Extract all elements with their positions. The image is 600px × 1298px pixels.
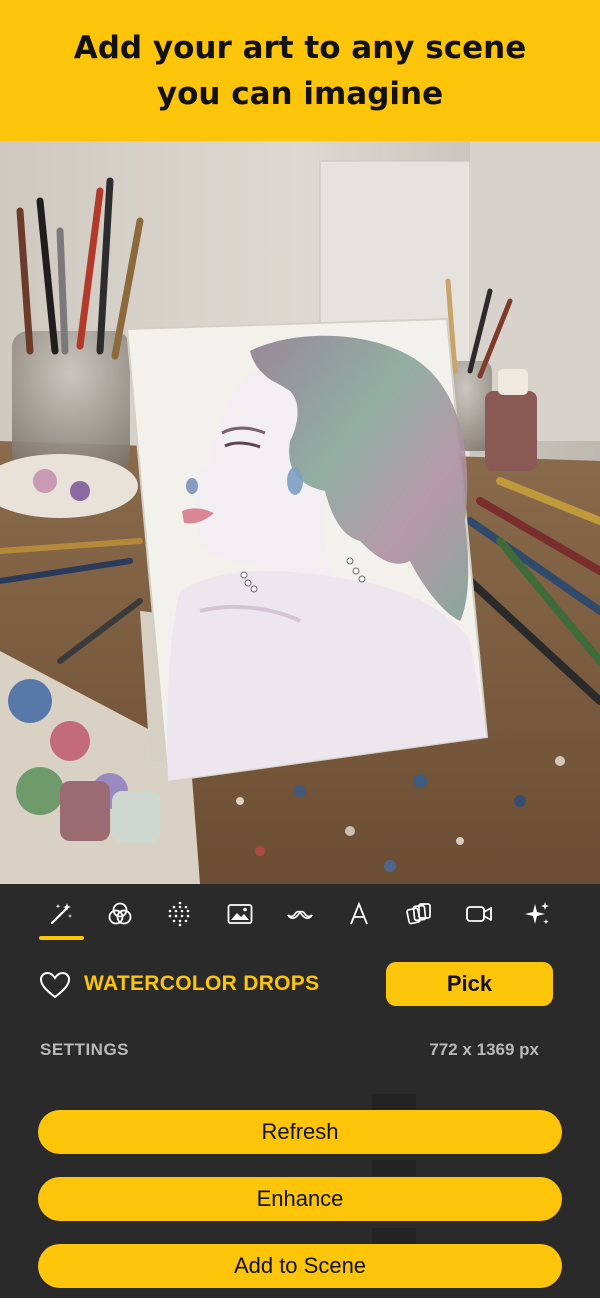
mustache-icon xyxy=(287,910,313,919)
banner-line-2: you can imagine xyxy=(156,75,444,112)
tool-bar xyxy=(0,884,600,944)
selected-tool-indicator xyxy=(39,936,84,940)
slider-track-segment xyxy=(372,1228,416,1244)
scene-image xyxy=(0,141,600,884)
tool-magic-wand[interactable] xyxy=(39,896,83,932)
editor-panel: WATERCOLOR DROPS Pick SETTINGS 772 x 136… xyxy=(0,884,600,1298)
settings-label[interactable]: SETTINGS xyxy=(40,1040,129,1060)
color-circles-icon xyxy=(108,902,132,925)
enhance-button[interactable]: Enhance xyxy=(38,1177,562,1221)
tool-color-mix[interactable] xyxy=(98,896,142,932)
slider-track-segment xyxy=(372,1160,416,1176)
tool-video[interactable] xyxy=(457,896,501,932)
banner-line-1: Add your art to any scene xyxy=(73,29,527,66)
tool-halftone[interactable] xyxy=(158,896,202,932)
preset-row: WATERCOLOR DROPS Pick xyxy=(0,960,600,1008)
tool-text[interactable] xyxy=(337,896,381,932)
refresh-button[interactable]: Refresh xyxy=(38,1110,562,1154)
tool-image[interactable] xyxy=(218,896,262,932)
dot-grid-icon xyxy=(168,901,190,927)
add-to-scene-button[interactable]: Add to Scene xyxy=(38,1244,562,1288)
favorite-button[interactable] xyxy=(38,970,72,1000)
preset-name: WATERCOLOR DROPS xyxy=(84,972,320,995)
heart-icon xyxy=(39,971,71,999)
slider-track-segment xyxy=(372,1094,416,1110)
tool-sparkles[interactable] xyxy=(516,896,560,932)
scene-preview[interactable] xyxy=(0,141,600,884)
video-icon xyxy=(466,906,492,922)
image-dimensions: 772 x 1369 px xyxy=(429,1040,539,1059)
tool-mustache[interactable] xyxy=(278,896,322,932)
text-icon xyxy=(350,901,368,925)
layers-icon xyxy=(406,903,431,925)
tool-layers[interactable] xyxy=(397,896,441,932)
magic-wand-icon xyxy=(50,903,72,925)
image-icon xyxy=(227,904,253,924)
pick-button[interactable]: Pick xyxy=(386,962,553,1006)
header-banner: Add your art to any scene you can imagin… xyxy=(0,0,600,141)
sparkles-icon xyxy=(525,902,549,925)
